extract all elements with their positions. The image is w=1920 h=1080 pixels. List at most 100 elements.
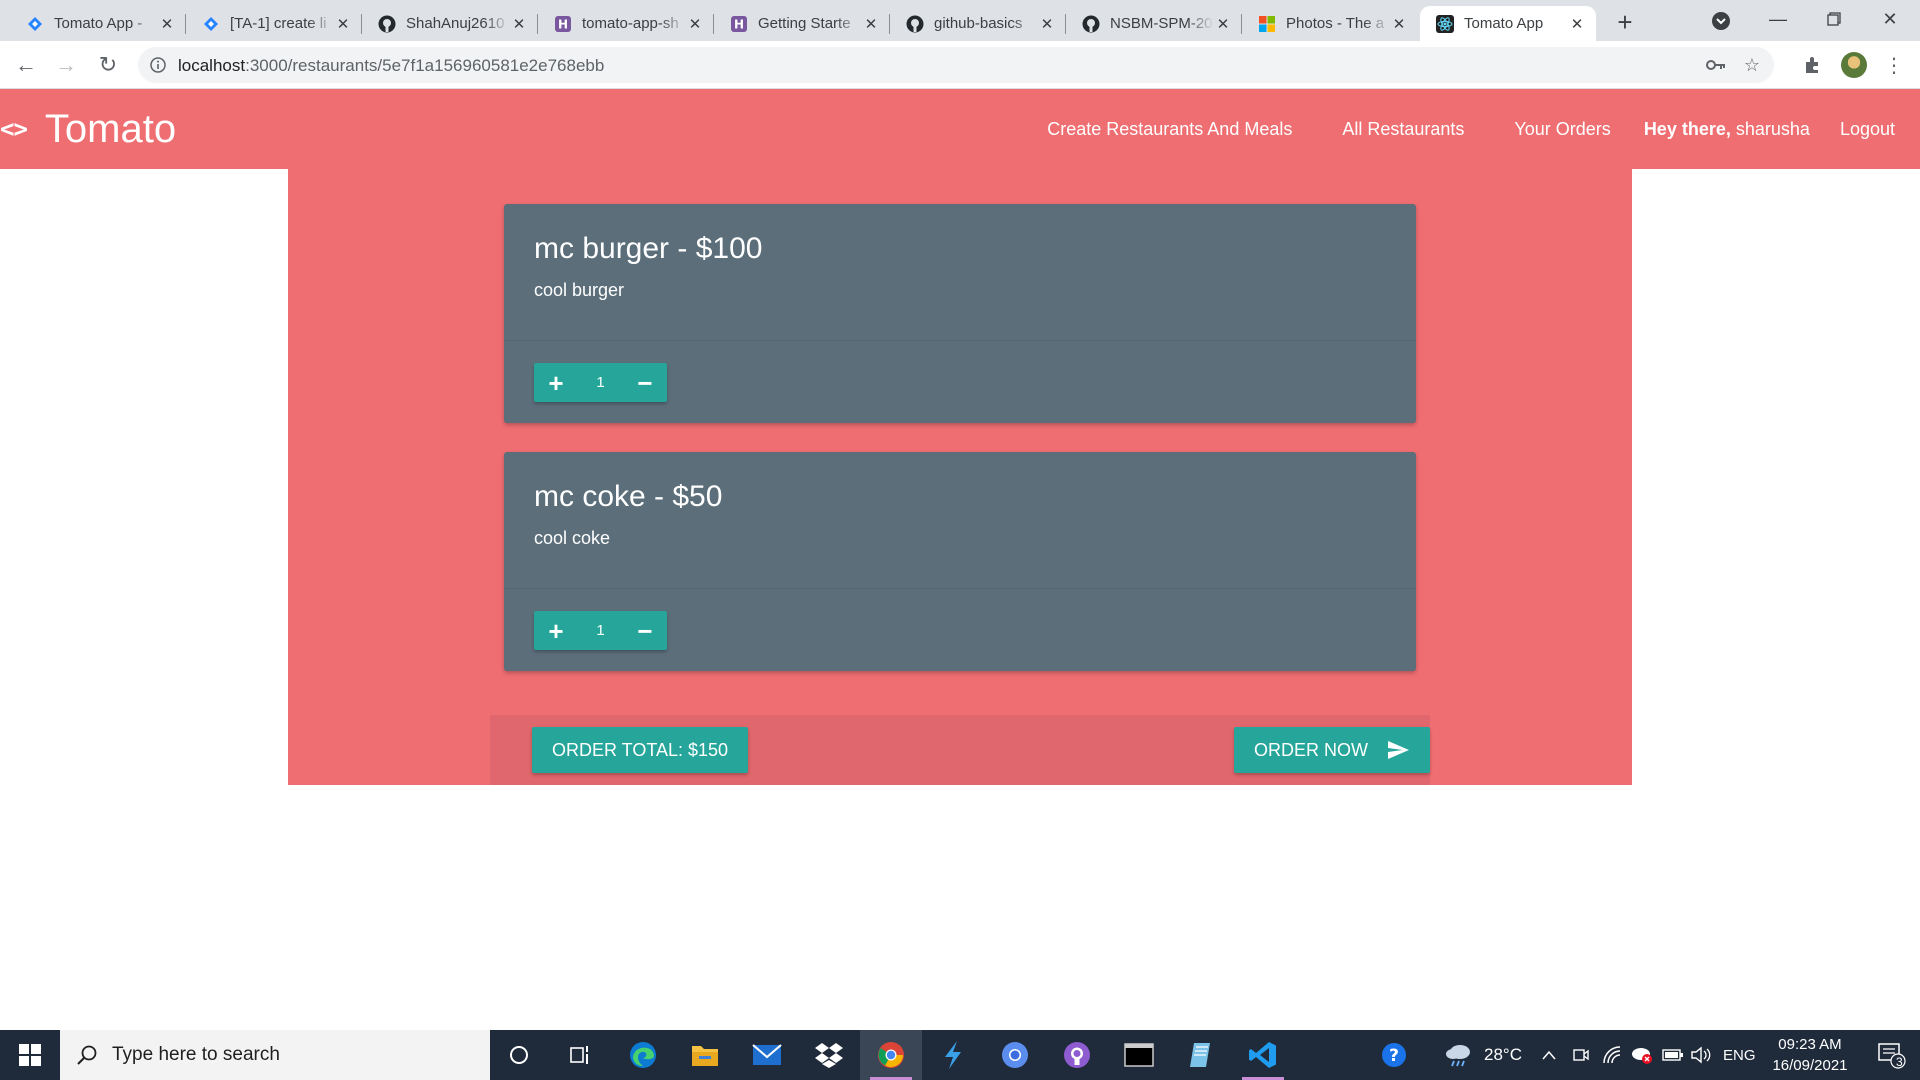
decrement-button[interactable]: −: [623, 611, 667, 650]
menu-kebab-icon[interactable]: ⋮: [1878, 49, 1910, 81]
quantity-value: 1: [596, 622, 605, 639]
chrome-icon[interactable]: [860, 1030, 922, 1080]
restore-icon[interactable]: [1806, 0, 1862, 38]
tab-title: [TA-1] create li: [230, 15, 327, 32]
close-tab-icon[interactable]: ✕: [1038, 15, 1056, 33]
tab-title: github-basics: [934, 15, 1023, 32]
azure-data-studio-icon[interactable]: [922, 1030, 984, 1080]
browser-tab[interactable]: [TA-1] create li ✕: [186, 6, 362, 41]
meal-card-actions: + 1 −: [504, 341, 1416, 423]
dropbox-icon[interactable]: [798, 1030, 860, 1080]
close-tab-icon[interactable]: ✕: [862, 15, 880, 33]
tab-title: Tomato App: [1464, 15, 1544, 32]
rain-cloud-icon: [1446, 1045, 1470, 1067]
bookmark-star-icon[interactable]: ☆: [1742, 55, 1762, 75]
close-tab-icon[interactable]: ✕: [1568, 15, 1586, 33]
meal-title: mc coke - $50: [534, 480, 723, 513]
site-info-icon[interactable]: [148, 55, 168, 75]
svg-text:H: H: [558, 17, 568, 31]
windows-start-icon[interactable]: [0, 1030, 60, 1080]
browser-toolbar: ← → ↻ localhost:3000/restaurants/5e7f1a1…: [0, 41, 1920, 89]
send-icon: [1388, 741, 1409, 759]
user-greeting: Hey there, sharusha: [1636, 119, 1815, 140]
meal-title: mc burger - $100: [534, 232, 763, 265]
wifi-icon[interactable]: [1602, 1030, 1622, 1080]
file-explorer-icon[interactable]: [674, 1030, 736, 1080]
taskbar-search-placeholder: Type here to search: [112, 1044, 280, 1065]
taskbar-clock[interactable]: 09:23 AM 16/09/2021: [1760, 1034, 1860, 1076]
weather-widget[interactable]: 28°C: [1444, 1030, 1522, 1080]
github-desktop-icon[interactable]: [1046, 1030, 1108, 1080]
order-total-button[interactable]: ORDER TOTAL: $150: [532, 727, 749, 773]
close-tab-icon[interactable]: ✕: [158, 15, 176, 33]
meal-card-content: mc coke - $50 cool coke: [504, 452, 1416, 589]
meal-description: cool coke: [534, 528, 611, 548]
volume-icon[interactable]: [1690, 1030, 1712, 1080]
taskbar-search-box[interactable]: Type here to search: [60, 1030, 490, 1080]
heroku-icon: H: [730, 15, 748, 33]
increment-button[interactable]: +: [534, 363, 578, 402]
nav-create-restaurants[interactable]: Create Restaurants And Meals: [1022, 119, 1317, 140]
extensions-icon[interactable]: [1796, 49, 1828, 81]
order-now-button[interactable]: ORDER NOW: [1234, 727, 1430, 773]
brand-logo[interactable]: <> Tomato: [0, 101, 176, 157]
key-icon[interactable]: [1706, 55, 1726, 75]
battery-icon[interactable]: [1662, 1030, 1684, 1080]
close-tab-icon[interactable]: ✕: [1214, 15, 1232, 33]
windows-taskbar: Type here to search ? 28°C ENG 09:23 AM …: [0, 1030, 1920, 1080]
browser-tab[interactable]: H tomato-app-sh ✕: [538, 6, 714, 41]
browser-tab[interactable]: Photos - The a ✕: [1242, 6, 1418, 41]
close-tab-icon[interactable]: ✕: [686, 15, 704, 33]
browser-tab[interactable]: github-basics ✕: [890, 6, 1066, 41]
logout-link[interactable]: Logout: [1815, 119, 1920, 140]
help-icon[interactable]: ?: [1380, 1030, 1408, 1080]
clock-time: 09:23 AM: [1778, 1036, 1842, 1053]
close-tab-icon[interactable]: ✕: [1390, 15, 1408, 33]
restaurant-menu-panel: mc burger - $100 cool burger + 1 − mc co…: [288, 169, 1632, 785]
terminal-icon[interactable]: [1108, 1030, 1170, 1080]
order-now-label: ORDER NOW: [1254, 739, 1368, 760]
url-text[interactable]: localhost:3000/restaurants/5e7f1a1569605…: [178, 56, 604, 76]
meal-description: cool burger: [534, 280, 625, 300]
browser-tab-active[interactable]: Tomato App ✕: [1420, 6, 1596, 41]
task-view-icon[interactable]: [550, 1030, 612, 1080]
browser-tab-strip: Tomato App - ✕ [TA-1] create li ✕ ShahAn…: [0, 0, 1920, 41]
code-icon: <>: [0, 115, 28, 143]
tab-search-icon[interactable]: [1709, 9, 1733, 33]
vscode-icon[interactable]: [1232, 1030, 1294, 1080]
edge-icon[interactable]: [612, 1030, 674, 1080]
browser-tab[interactable]: Tomato App - ✕: [10, 6, 186, 41]
chromium-icon[interactable]: [984, 1030, 1046, 1080]
close-tab-icon[interactable]: ✕: [510, 15, 528, 33]
browser-tab[interactable]: ShahAnuj2610 ✕: [362, 6, 538, 41]
decrement-button[interactable]: −: [623, 363, 667, 402]
nav-your-orders[interactable]: Your Orders: [1489, 119, 1635, 140]
tray-chevron-icon[interactable]: [1542, 1030, 1556, 1080]
reload-icon[interactable]: ↻: [92, 49, 124, 81]
address-bar[interactable]: localhost:3000/restaurants/5e7f1a1569605…: [138, 47, 1774, 83]
increment-button[interactable]: +: [534, 611, 578, 650]
tab-title: NSBM-SPM-20: [1110, 15, 1213, 32]
cortana-icon[interactable]: [488, 1030, 550, 1080]
meal-card: mc burger - $100 cool burger + 1 −: [504, 204, 1416, 423]
browser-tab[interactable]: H Getting Starte ✕: [714, 6, 890, 41]
microsoft-icon: [1258, 15, 1276, 33]
browser-tab[interactable]: NSBM-SPM-20 ✕: [1066, 6, 1242, 41]
dropbox-sync-error-icon[interactable]: [1630, 1030, 1654, 1080]
new-tab-button[interactable]: +: [1611, 7, 1639, 37]
quantity-stepper: + 1 −: [534, 363, 667, 402]
close-tab-icon[interactable]: ✕: [334, 15, 352, 33]
minimize-icon[interactable]: —: [1750, 0, 1806, 38]
window-close-icon[interactable]: ✕: [1862, 0, 1918, 38]
notepad-icon[interactable]: [1170, 1030, 1232, 1080]
nav-all-restaurants[interactable]: All Restaurants: [1317, 119, 1489, 140]
back-icon[interactable]: ←: [10, 49, 42, 81]
profile-avatar[interactable]: [1838, 49, 1870, 81]
input-language[interactable]: ENG: [1723, 1030, 1756, 1080]
forward-icon[interactable]: →: [50, 49, 82, 81]
notification-center-icon[interactable]: 3: [1862, 1030, 1920, 1080]
quantity-stepper: + 1 −: [534, 611, 667, 650]
meet-now-icon[interactable]: [1572, 1030, 1590, 1080]
mail-icon[interactable]: [736, 1030, 798, 1080]
clock-date: 16/09/2021: [1772, 1057, 1848, 1074]
